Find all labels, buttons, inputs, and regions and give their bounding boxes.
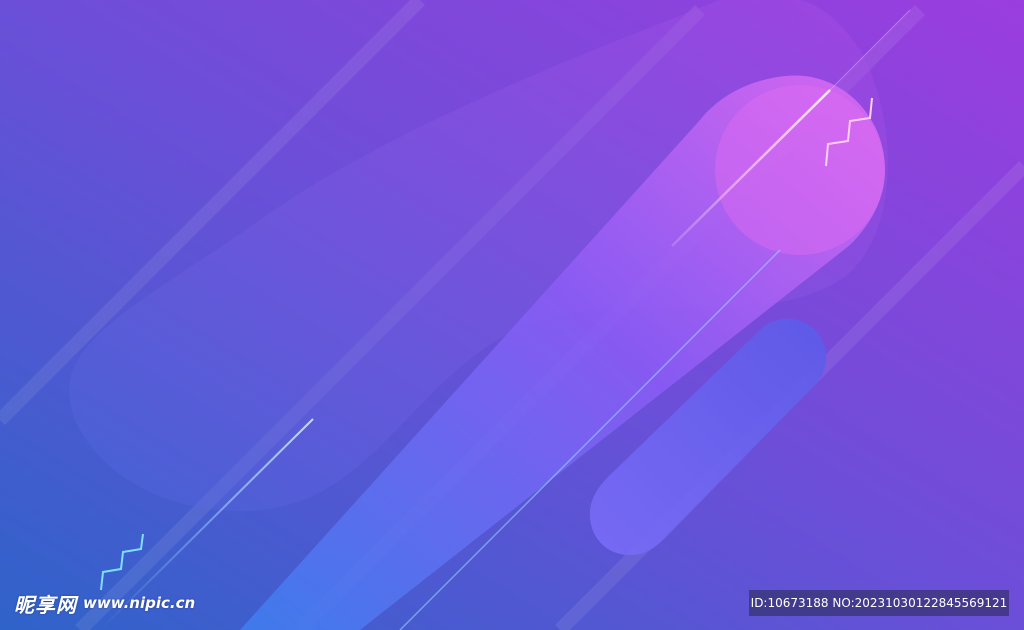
image-id-badge: ID:10673188 NO:20231030122845569121 <box>749 590 1009 616</box>
watermark-logo: 昵享网 www.nipic.cn <box>14 590 196 617</box>
abstract-gradient-background: 昵享网 www.nipic.cn ID:10673188 NO:20231030… <box>0 0 1024 630</box>
pink-glow-cap <box>715 85 885 255</box>
watermark-site-url: www.nipic.cn <box>83 594 196 612</box>
gradient-artwork <box>0 0 1024 630</box>
watermark-site-name: 昵享网 <box>14 592 77 617</box>
